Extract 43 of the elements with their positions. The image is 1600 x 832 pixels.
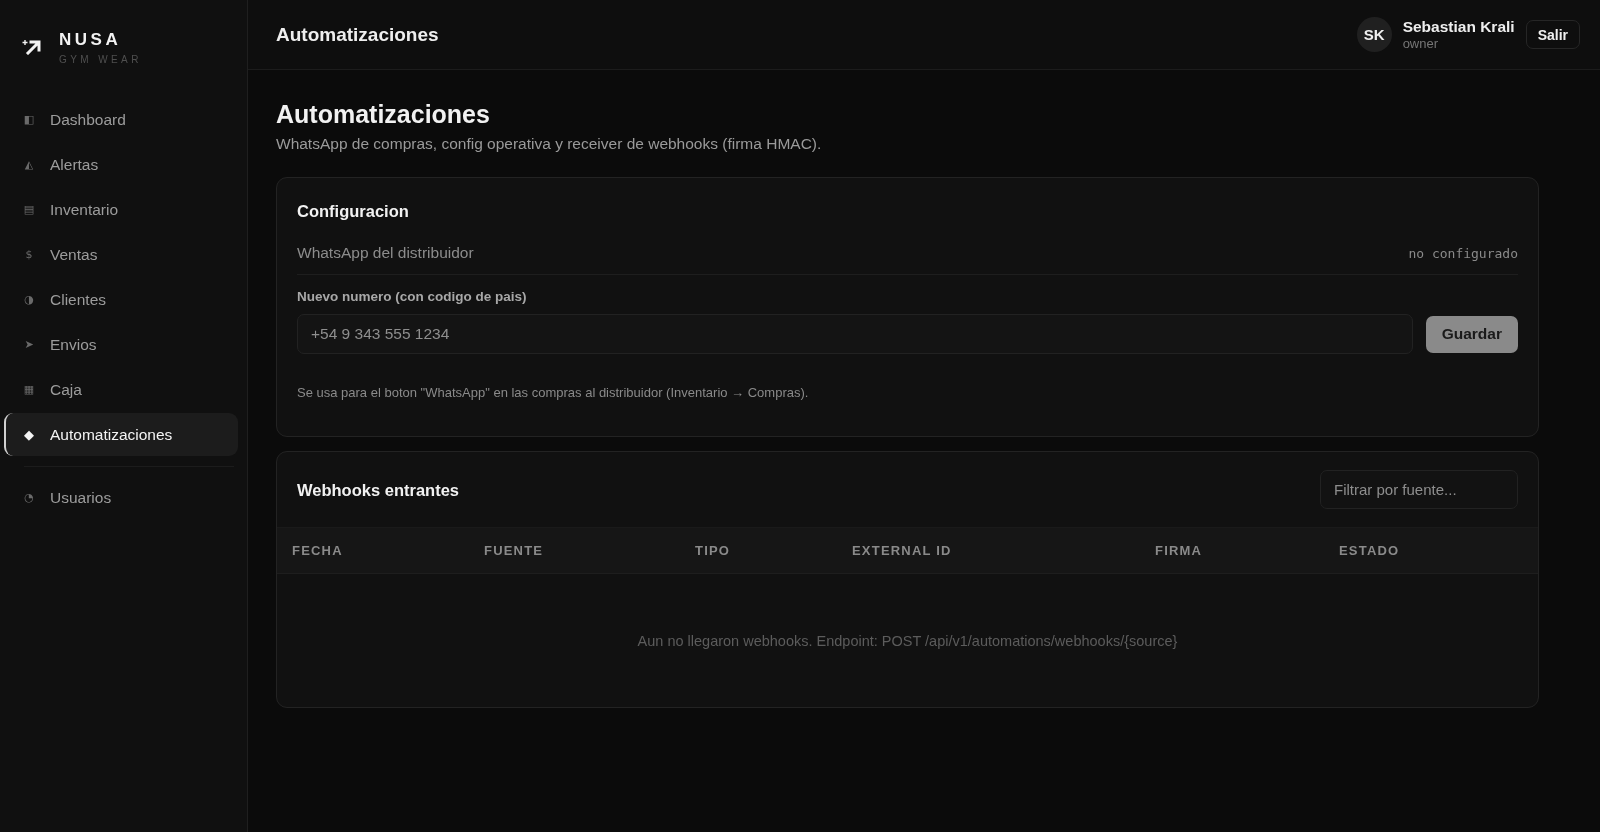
half-circle-icon: ◑ (23, 293, 35, 306)
brand-name: NUSA (59, 30, 123, 50)
nav-item[interactable]: ▤ Inventario (4, 188, 238, 231)
filter-input[interactable]: Filtrar por fuente... (1320, 470, 1518, 509)
nav-item[interactable]: ◔ Usuarios (4, 476, 238, 519)
list-icon: ▤ (23, 203, 35, 216)
column-header: EXTERNAL ID (852, 543, 952, 558)
column-header: FIRMA (1155, 543, 1203, 558)
user-role: owner (1402, 36, 1440, 51)
header-title: Automatizaciones (276, 23, 439, 46)
triangle-icon: ◭ (23, 158, 35, 171)
nav-item[interactable]: $ Ventas (4, 233, 238, 276)
logo-arrow-icon (22, 39, 41, 55)
brand-tagline: GYM WEAR (59, 53, 142, 67)
user-name: Sebastian Krali (1402, 18, 1515, 36)
column-header: FUENTE (484, 543, 544, 558)
dollar-icon: $ (23, 248, 35, 261)
field-label: Nuevo numero (con codigo de pais) (297, 288, 528, 306)
hint-text: Se usa para el boton "WhatsApp" en las compras al distribuidor (Inventario → Compras). (297, 384, 810, 402)
nav-item[interactable]: ◑ Clientes (4, 278, 238, 321)
nav-item[interactable]: ◆ Automatizaciones (4, 413, 238, 456)
card-title: Configuracion (297, 201, 410, 222)
page-title: Automatizaciones (276, 99, 491, 130)
column-header: FECHA (292, 543, 343, 558)
setting-value: no configurado (1408, 245, 1518, 261)
arrow-icon: ➤ (23, 338, 35, 351)
diamond-icon: ◆ (23, 427, 35, 442)
nav-item[interactable]: ▦ Caja (4, 368, 238, 411)
phone-input[interactable]: +54 9 343 555 1234 (297, 314, 1413, 354)
logout-button[interactable]: Salir (1525, 20, 1580, 49)
panel-icon: ◧ (23, 113, 35, 126)
user-avatar: SK (1356, 17, 1392, 52)
column-header: ESTADO (1339, 543, 1400, 558)
nav-item[interactable]: ➤ Envios (4, 323, 238, 366)
grid-icon: ▦ (23, 383, 35, 396)
pie-icon: ◔ (23, 491, 35, 504)
nav-item[interactable]: ◧ Dashboard (4, 98, 238, 141)
nav-item[interactable]: ◭ Alertas (4, 143, 238, 186)
column-header: TIPO (695, 543, 731, 558)
card-title: Webhooks entrantes (297, 479, 459, 501)
setting-label: WhatsApp del distribuidor (297, 243, 474, 263)
empty-message: Aun no llegaron webhooks. Endpoint: POST /api/v1/automations/webhooks/{source} (637, 632, 1178, 649)
page-subtitle: WhatsApp de compras, config operativa y receiver de webhooks (firma HMAC). (276, 134, 823, 154)
